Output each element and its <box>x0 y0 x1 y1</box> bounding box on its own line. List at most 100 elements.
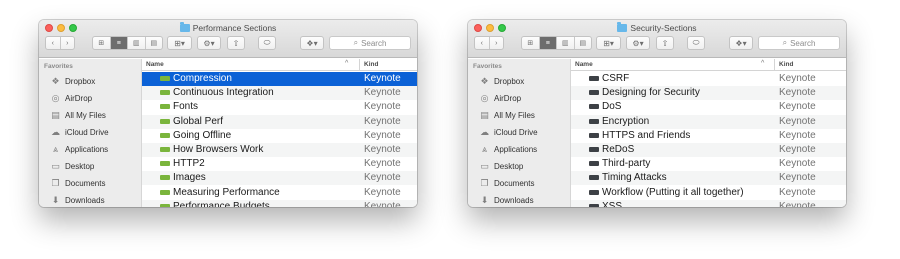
column-header: Name ^ Kind <box>571 59 846 71</box>
search-placeholder: Search <box>361 38 387 48</box>
gallery-view-button[interactable]: ▤ <box>575 37 592 49</box>
sidebar-item-dropbox[interactable]: ❖ Dropbox <box>50 73 95 89</box>
file-name: Fonts <box>173 101 199 113</box>
gallery-view-button[interactable]: ▤ <box>146 37 163 49</box>
search-field[interactable]: ⌕ Search <box>329 36 411 50</box>
title-bar[interactable]: Performance Sections ‹ › ⊞ ≡ ▥ ▤ ⊞▾ ⚙▾ ⇧… <box>39 20 417 58</box>
cloud-icon: ☁ <box>51 126 60 137</box>
list-view-button[interactable]: ≡ <box>539 37 557 49</box>
sidebar-item-label: Documents <box>494 178 535 188</box>
chevron-right-icon: › <box>495 39 498 47</box>
arrange-button[interactable]: ⊞▾ <box>167 36 192 50</box>
arrange-button[interactable]: ⊞▾ <box>596 36 621 50</box>
keynote-file-icon <box>160 147 170 152</box>
file-row[interactable]: Workflow (Putting it all together) Keynot… <box>571 186 846 200</box>
file-name: Encryption <box>602 115 650 127</box>
list-view-button[interactable]: ≡ <box>110 37 128 49</box>
file-list: Name ^ Kind CSRF Keynote Designing for Sec… <box>571 59 846 207</box>
sidebar-item-cloud[interactable]: ☁ iCloud Drive <box>50 124 109 140</box>
tags-button[interactable]: ⬭ <box>687 36 705 50</box>
title-bar[interactable]: Security-Sections ‹ › ⊞ ≡ ▥ ▤ ⊞▾ ⚙▾ ⇧ ⬭ … <box>468 20 846 58</box>
sidebar-item-all-files[interactable]: ▤ All My Files <box>50 107 106 123</box>
keynote-file-icon <box>589 104 599 110</box>
file-name: Global Perf <box>173 115 224 127</box>
column-view-button[interactable]: ▥ <box>128 37 146 49</box>
file-kind: Keynote <box>364 172 401 184</box>
back-forward-buttons: ‹ › <box>474 36 504 50</box>
file-row[interactable]: Encryption Keynote <box>571 114 846 129</box>
keynote-file-icon <box>160 203 170 207</box>
back-button[interactable]: ‹ <box>475 37 490 49</box>
sidebar-item-airdrop[interactable]: ◎ AirDrop <box>50 90 93 106</box>
file-row[interactable]: HTTPS and Friends Keynote <box>571 129 846 143</box>
columns-icon: ▥ <box>561 40 569 47</box>
search-field[interactable]: ⌕ Search <box>758 36 840 50</box>
file-kind: Keynote <box>779 87 816 99</box>
sidebar-item-cloud[interactable]: ☁ iCloud Drive <box>479 124 538 140</box>
sidebar-item-airdrop[interactable]: ◎ AirDrop <box>479 90 522 106</box>
sidebar-item-desktop[interactable]: ▭ Desktop <box>50 158 94 174</box>
icon-view-button[interactable]: ⊞ <box>522 37 540 49</box>
column-view-button[interactable]: ▥ <box>557 37 575 49</box>
file-row[interactable]: DoS Keynote <box>571 100 846 114</box>
file-row[interactable]: Designing for Security Keynote <box>571 86 846 101</box>
dropbox-icon: ❖▾ <box>735 38 747 48</box>
file-row[interactable]: Compression Keynote <box>142 72 417 86</box>
sidebar-item-desktop[interactable]: ▭ Desktop <box>479 158 523 174</box>
file-kind: Keynote <box>779 172 816 184</box>
file-row[interactable]: XSS Keynote <box>571 199 846 207</box>
sidebar-item-all-files[interactable]: ▤ All My Files <box>479 107 535 123</box>
action-button[interactable]: ⚙▾ <box>197 36 221 50</box>
sidebar-item-documents[interactable]: ❐ Documents <box>479 175 534 191</box>
file-row[interactable]: HTTP2 Keynote <box>142 157 417 171</box>
grid-icon: ⊞ <box>527 40 534 47</box>
file-row[interactable]: ReDoS Keynote <box>571 143 846 157</box>
file-row[interactable]: Fonts Keynote <box>142 100 417 114</box>
sidebar-item-label: AirDrop <box>494 93 522 103</box>
file-row[interactable]: Measuring Performance Keynote <box>142 186 417 200</box>
list-icon: ≡ <box>116 39 121 47</box>
file-row[interactable]: Continuous Integration Keynote <box>142 86 417 101</box>
sidebar-item-applications[interactable]: ⩓ Applications <box>479 141 537 157</box>
keynote-file-icon <box>160 90 170 96</box>
sidebar-item-documents[interactable]: ❐ Documents <box>50 175 105 191</box>
name-column-header[interactable]: Name <box>146 61 164 68</box>
share-button[interactable]: ⇧ <box>227 36 245 50</box>
forward-button[interactable]: › <box>61 37 75 49</box>
sidebar-item-downloads[interactable]: ⬇ Downloads <box>50 192 105 207</box>
file-row[interactable]: Images Keynote <box>142 171 417 186</box>
back-button[interactable]: ‹ <box>46 37 61 49</box>
sidebar-item-applications[interactable]: ⩓ Applications <box>50 141 108 157</box>
file-row[interactable]: Performance Budgets Keynote <box>142 199 417 207</box>
tags-button[interactable]: ⬭ <box>258 36 276 50</box>
file-row[interactable]: Third-party Keynote <box>571 157 846 171</box>
column-divider[interactable] <box>359 59 360 70</box>
arrange-icon: ⊞▾ <box>603 38 614 48</box>
chevron-left-icon: ‹ <box>51 39 54 47</box>
file-row[interactable]: Going Offline Keynote <box>142 129 417 143</box>
kind-column-header[interactable]: Kind <box>779 61 793 68</box>
icon-view-button[interactable]: ⊞ <box>93 37 111 49</box>
name-column-header[interactable]: Name <box>575 61 593 68</box>
action-button[interactable]: ⚙▾ <box>626 36 650 50</box>
file-row[interactable]: CSRF Keynote <box>571 72 846 86</box>
share-button[interactable]: ⇧ <box>656 36 674 50</box>
kind-column-header[interactable]: Kind <box>364 61 378 68</box>
dropbox-toolbar-button[interactable]: ❖▾ <box>300 36 324 50</box>
file-name: CSRF <box>602 73 630 84</box>
file-kind: Keynote <box>779 158 816 170</box>
file-row[interactable]: Global Perf Keynote <box>142 114 417 129</box>
forward-button[interactable]: › <box>490 37 504 49</box>
dropbox-toolbar-button[interactable]: ❖▾ <box>729 36 753 50</box>
folder-icon <box>617 22 628 32</box>
toolbar: ‹ › ⊞ ≡ ▥ ▤ ⊞▾ ⚙▾ ⇧ ⬭ ❖▾ ⌕ Search <box>39 36 417 54</box>
file-row[interactable]: Timing Attacks Keynote <box>571 171 846 186</box>
column-divider[interactable] <box>774 59 775 70</box>
gallery-icon: ▤ <box>150 40 158 47</box>
applications-icon: ⩓ <box>481 143 488 154</box>
sidebar-item-downloads[interactable]: ⬇ Downloads <box>479 192 534 207</box>
back-forward-buttons: ‹ › <box>45 36 75 50</box>
file-name: Third-party <box>602 158 651 170</box>
file-row[interactable]: How Browsers Work Keynote <box>142 143 417 157</box>
sidebar-item-dropbox[interactable]: ❖ Dropbox <box>479 73 524 89</box>
